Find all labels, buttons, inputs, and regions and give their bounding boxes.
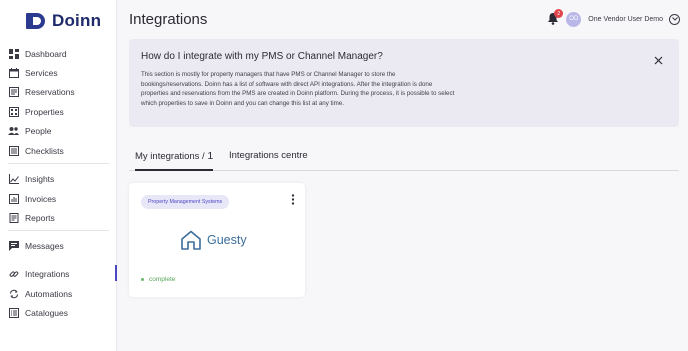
sidebar-item-label: People xyxy=(25,126,52,136)
tab-label: Integrations centre xyxy=(229,150,308,161)
tab-count: 1 xyxy=(207,150,214,162)
chart-line-icon xyxy=(8,174,19,185)
sidebar-item-label: Integrations xyxy=(25,269,70,279)
sidebar-item-services[interactable]: Services xyxy=(0,63,117,83)
user-name[interactable]: One Vendor User Demo xyxy=(588,16,663,23)
sidebar-divider xyxy=(8,230,109,231)
sidebar-item-checklists[interactable]: Checklists xyxy=(0,141,117,161)
report-icon xyxy=(8,213,19,224)
sidebar-item-reservations[interactable]: Reservations xyxy=(0,82,117,102)
sync-icon xyxy=(8,289,19,300)
notification-badge: 2 xyxy=(554,9,564,18)
sidebar-item-dashboard[interactable]: Dashboard xyxy=(0,44,117,64)
building-icon xyxy=(8,107,19,118)
sidebar-item-label: Services xyxy=(25,68,58,78)
doinn-logo[interactable]: Doinn xyxy=(26,11,101,31)
dashboard-icon xyxy=(8,49,19,60)
sidebar-item-people[interactable]: People xyxy=(0,121,117,141)
sidebar: Doinn Dashboard Services Reservations Pr… xyxy=(0,0,117,351)
calendar-icon xyxy=(8,68,19,79)
card-menu-button[interactable] xyxy=(291,192,295,205)
close-icon xyxy=(654,56,663,65)
sidebar-item-insights[interactable]: Insights xyxy=(0,169,117,189)
sidebar-item-label: Catalogues xyxy=(25,308,69,318)
info-box-title: How do I integrate with my PMS or Channe… xyxy=(141,51,383,62)
guesty-house-icon xyxy=(181,230,201,250)
integration-card[interactable]: Property Management Systems Guesty compl… xyxy=(129,183,305,297)
status-dot xyxy=(141,278,144,281)
tab-label: My integrations / xyxy=(135,151,208,162)
catalogue-icon xyxy=(8,308,19,319)
status-text: complete xyxy=(149,276,176,283)
category-chip: Property Management Systems xyxy=(141,195,230,209)
sidebar-item-label: Reservations xyxy=(25,87,75,97)
message-icon xyxy=(8,241,19,252)
brand-name: Guesty xyxy=(207,233,247,247)
tab-integrations-centre[interactable]: Integrations centre xyxy=(229,150,308,171)
info-box-text: This section is mostly for property mana… xyxy=(141,71,455,107)
sidebar-item-integrations[interactable]: Integrations xyxy=(0,264,117,284)
sidebar-item-messages[interactable]: Messages xyxy=(0,236,117,256)
top-bar: 2 OD One Vendor User Demo xyxy=(547,9,680,28)
invoice-icon xyxy=(8,194,19,205)
sidebar-item-label: Dashboard xyxy=(25,49,67,59)
chevron-down-icon xyxy=(671,17,678,21)
notifications-button[interactable]: 2 xyxy=(547,9,564,26)
sidebar-item-label: Insights xyxy=(25,174,55,184)
link-icon xyxy=(8,269,19,280)
logo-text: Doinn xyxy=(52,11,102,30)
sidebar-item-automations[interactable]: Automations xyxy=(0,284,117,304)
sidebar-item-label: Messages xyxy=(25,241,64,251)
info-box: How do I integrate with my PMS or Channe… xyxy=(129,39,679,127)
status-badge: complete xyxy=(141,276,175,283)
integrations-tabs: My integrations / 1 Integrations centre xyxy=(129,148,679,171)
sidebar-item-label: Checklists xyxy=(25,146,64,156)
more-vertical-icon xyxy=(291,194,295,205)
checklist-icon xyxy=(8,146,19,157)
sidebar-item-catalogues[interactable]: Catalogues xyxy=(0,303,117,323)
close-button[interactable] xyxy=(654,52,663,65)
tab-my-integrations[interactable]: My integrations / 1 xyxy=(135,150,214,171)
user-menu-button[interactable] xyxy=(669,13,680,25)
sidebar-item-invoices[interactable]: Invoices xyxy=(0,189,117,209)
guesty-logo: Guesty xyxy=(180,230,247,250)
sidebar-item-label: Invoices xyxy=(25,194,57,204)
avatar[interactable]: OD xyxy=(566,11,582,27)
sidebar-divider xyxy=(8,163,109,164)
sidebar-item-label: Properties xyxy=(25,107,64,117)
doinn-logo-icon xyxy=(26,13,46,29)
sidebar-item-properties[interactable]: Properties xyxy=(0,102,117,122)
sidebar-item-label: Reports xyxy=(25,213,55,223)
sidebar-item-reports[interactable]: Reports xyxy=(0,208,117,228)
sidebar-item-label: Automations xyxy=(25,289,73,299)
page-title: Integrations xyxy=(129,11,208,28)
reservations-icon xyxy=(8,87,19,98)
people-icon xyxy=(8,126,19,137)
